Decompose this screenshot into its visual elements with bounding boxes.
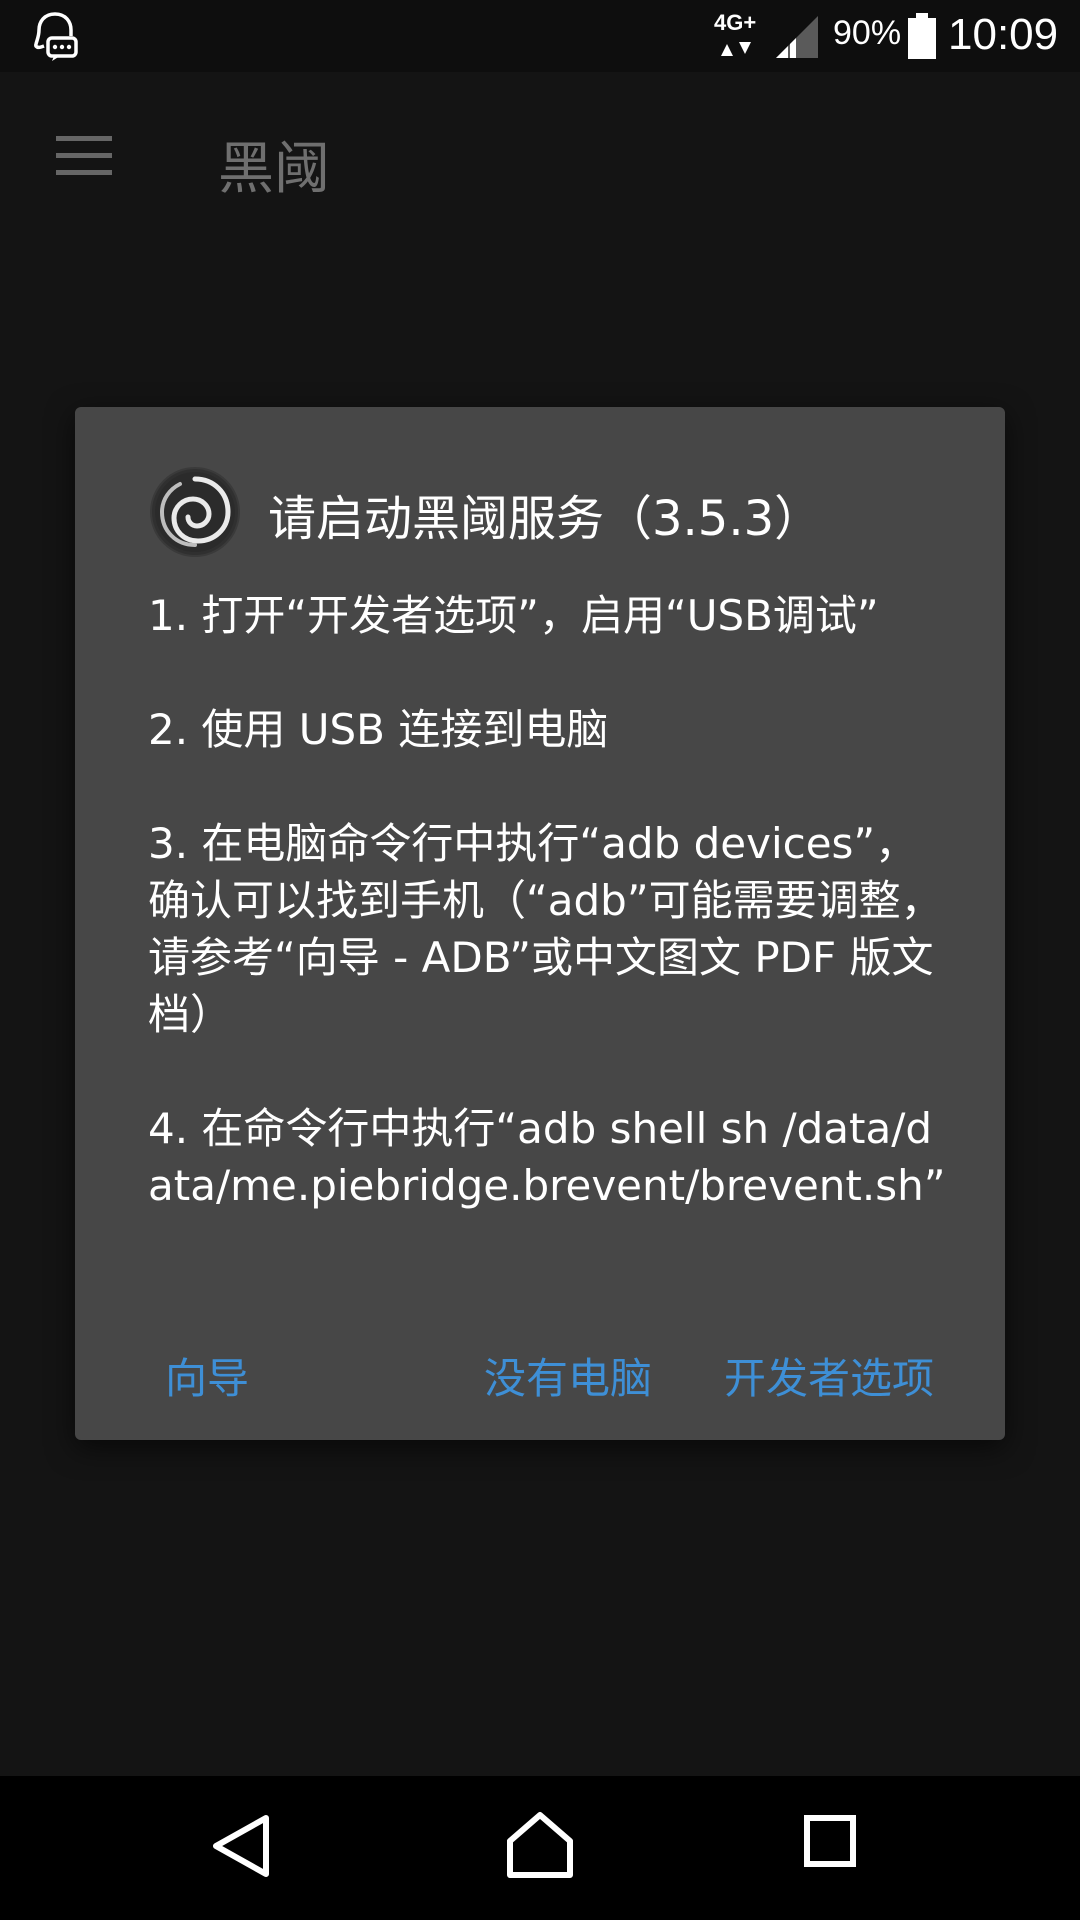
developer-options-button[interactable]: 开发者选项 [724,1345,934,1406]
dialog-message: 1. 打开“开发者选项”，启用“USB调试” 2. 使用 USB 连接到电脑 3… [148,587,948,1214]
assistant-icon [34,12,78,61]
menu-icon[interactable] [56,136,112,176]
no-computer-button[interactable]: 没有电脑 [484,1345,652,1406]
signal-icon [776,16,818,58]
brevent-swirl-icon [150,467,240,557]
step-3-text: 3. 在电脑命令行中执行“adb devices”，确认可以找到手机（“adb”… [148,819,943,1039]
guide-button[interactable]: 向导 [165,1345,249,1406]
network-arrows-icon [721,42,751,56]
status-bar: 4G+ 90% 10:09 [0,0,1080,72]
network-type-label: 4G+ [714,10,757,35]
dialog-title: 请启动黑阈服务（3.5.3） [268,491,823,547]
navigation-bar [0,1776,1080,1920]
step-2-text: 2. 使用 USB 连接到电脑 [148,705,609,754]
start-service-dialog: 请启动黑阈服务（3.5.3） 1. 打开“开发者选项”，启用“USB调试” 2.… [75,407,1005,1440]
recent-apps-icon[interactable] [804,1815,856,1867]
step-1-text: 1. 打开“开发者选项”，启用“USB调试” [148,591,879,640]
home-icon[interactable] [506,1811,574,1879]
battery-percentage: 90% [833,14,902,52]
clock: 10:09 [948,10,1059,59]
app-bar [0,72,1080,240]
battery-icon [908,13,936,59]
step-4-text: 4. 在命令行中执行“adb shell sh /data/data/me.pi… [148,1104,946,1210]
back-icon[interactable] [210,1813,272,1879]
app-title: 黑阈 [218,137,330,202]
